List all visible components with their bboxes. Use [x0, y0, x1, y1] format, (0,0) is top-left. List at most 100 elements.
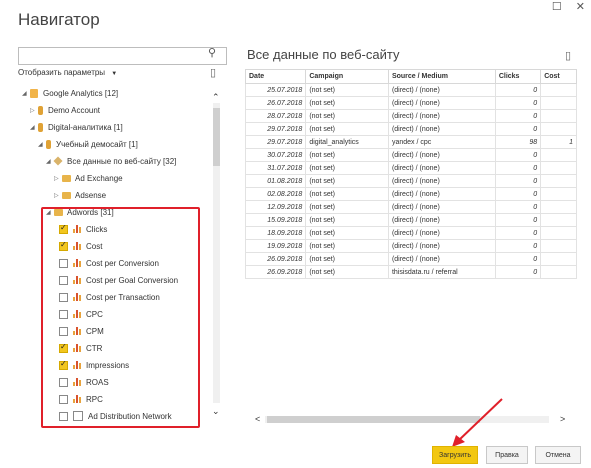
search-icon[interactable]: ⚲: [208, 46, 216, 59]
table-cell: 0: [494, 96, 542, 110]
table-cell: (not set): [305, 83, 389, 97]
collapse-triangle-icon[interactable]: ▷: [54, 175, 62, 182]
table-cell: (direct) / (none): [387, 200, 496, 214]
table-cell: (direct) / (none): [387, 239, 496, 253]
table-cell: (not set): [305, 148, 389, 162]
table-cell: 98: [494, 135, 542, 149]
scroll-right-icon[interactable]: >: [560, 414, 565, 424]
table-cell: (not set): [305, 161, 389, 175]
table-cell: thisisdata.ru / referral: [387, 265, 496, 279]
table-cell: (direct) / (none): [387, 161, 496, 175]
table-cell: 0: [494, 200, 542, 214]
window-controls: ☐ ✕: [552, 0, 585, 13]
export-icon[interactable]: ▯: [565, 49, 571, 62]
preview-table-container: Date Campaign Source / Medium Clicks Cos…: [245, 69, 577, 301]
close-icon[interactable]: ✕: [576, 0, 585, 13]
column-header-date[interactable]: Date: [245, 69, 307, 84]
table-cell: 26.09.2018: [245, 252, 307, 266]
table-cell: 01.08.2018: [245, 174, 307, 188]
scroll-left-icon[interactable]: <: [255, 414, 260, 424]
expand-triangle-icon[interactable]: ◢: [38, 141, 46, 148]
tree-scroll-thumb[interactable]: [213, 108, 220, 166]
account-icon: [38, 105, 43, 115]
expand-triangle-icon[interactable]: ◢: [30, 124, 38, 131]
chevron-down-icon: ▼: [111, 71, 118, 77]
table-cell: 19.09.2018: [245, 239, 307, 253]
annotation-arrow: [452, 398, 503, 447]
table-cell: 0: [494, 161, 542, 175]
table-row: 18.09.2018 (not set) (direct) / (none) 0: [245, 226, 577, 240]
load-button[interactable]: Загрузить: [432, 446, 478, 464]
table-row: 31.07.2018 (not set) (direct) / (none) 0: [245, 161, 577, 175]
table-cell: 29.07.2018: [245, 122, 307, 136]
edit-button[interactable]: Правка: [486, 446, 528, 464]
table-cell: 12.09.2018: [245, 200, 307, 214]
table-cell: 18.09.2018: [245, 226, 307, 240]
table-cell: (direct) / (none): [387, 213, 496, 227]
table-cell: [540, 200, 577, 214]
table-row: 26.09.2018 (not set) thisisdata.ru / refer…: [245, 265, 577, 279]
search-input[interactable]: [18, 47, 227, 65]
table-cell: 0: [494, 148, 542, 162]
column-header-clicks[interactable]: Clicks: [494, 69, 542, 84]
table-cell: (direct) / (none): [387, 96, 496, 110]
display-options-dropdown[interactable]: Отобразить параметры ▼: [18, 68, 117, 77]
table-cell: [540, 239, 577, 253]
table-cell: [540, 161, 577, 175]
window-title: Навигатор: [18, 10, 100, 29]
table-cell: 25.07.2018: [245, 83, 307, 97]
tree-node-all-site-data[interactable]: ◢ Все данные по веб-сайту [32]: [46, 154, 176, 168]
column-header-cost[interactable]: Cost: [540, 69, 577, 84]
tree-node-digital-analytics[interactable]: ◢ Digital-аналитика [1]: [30, 120, 123, 134]
table-cell: 0: [494, 226, 542, 240]
maximize-icon[interactable]: ☐: [552, 0, 562, 13]
table-cell: 0: [494, 83, 542, 97]
table-cell: [540, 213, 577, 227]
table-cell: 0: [494, 213, 542, 227]
collapse-triangle-icon[interactable]: ▷: [30, 107, 38, 114]
table-cell: (not set): [305, 122, 389, 136]
table-cell: digital_analytics: [305, 135, 389, 149]
folder-icon: [62, 191, 71, 199]
table-cell: 0: [494, 122, 542, 136]
table-row: 26.07.2018 (not set) (direct) / (none) 0: [245, 96, 577, 110]
table-row: 15.09.2018 (not set) (direct) / (none) 0: [245, 213, 577, 227]
cancel-button[interactable]: Отмена: [535, 446, 581, 464]
table-cell: [540, 187, 577, 201]
scroll-up-icon[interactable]: ⌃: [212, 92, 220, 103]
table-cell: 29.07.2018: [245, 135, 307, 149]
tree-node-ad-exchange[interactable]: ▷ Ad Exchange: [54, 171, 123, 185]
collapse-triangle-icon[interactable]: ▷: [54, 192, 62, 199]
column-header-source-medium[interactable]: Source / Medium: [387, 69, 496, 84]
expand-triangle-icon[interactable]: ◢: [22, 90, 30, 97]
table-cell: 31.07.2018: [245, 161, 307, 175]
column-header-campaign[interactable]: Campaign: [305, 69, 389, 84]
tree-node-demo-account[interactable]: ▷ Demo Account: [30, 103, 100, 117]
table-row: 01.08.2018 (not set) (direct) / (none) 0: [245, 174, 577, 188]
table-row: 25.07.2018 (not set) (direct) / (none) 0: [245, 83, 577, 97]
table-cell: [540, 226, 577, 240]
table-cell: 0: [494, 109, 542, 123]
refresh-icon[interactable]: ▯: [210, 66, 216, 79]
tree-node-demo-site[interactable]: ◢ Учебный демосайт [1]: [38, 137, 138, 151]
account-icon: [38, 122, 43, 132]
table-cell: (not set): [305, 174, 389, 188]
property-icon: [46, 139, 51, 149]
table-cell: yandex / cpc: [387, 135, 496, 149]
table-row: 19.09.2018 (not set) (direct) / (none) 0: [245, 239, 577, 253]
table-cell: [540, 122, 577, 136]
tree-node-google-analytics[interactable]: ◢ Google Analytics [12]: [22, 86, 118, 100]
table-cell: 0: [494, 174, 542, 188]
table-cell: 02.08.2018: [245, 187, 307, 201]
table-cell: 30.07.2018: [245, 148, 307, 162]
view-cube-icon: [53, 156, 63, 166]
table-cell: 1: [540, 135, 577, 149]
table-cell: [540, 252, 577, 266]
table-cell: (direct) / (none): [387, 83, 496, 97]
scroll-down-icon[interactable]: ⌄: [212, 406, 220, 417]
tree-node-adsense[interactable]: ▷ Adsense: [54, 188, 106, 202]
table-cell: (direct) / (none): [387, 187, 496, 201]
table-row: 26.09.2018 (not set) (direct) / (none) 0: [245, 252, 577, 266]
table-cell: 15.09.2018: [245, 213, 307, 227]
table-cell: 0: [494, 252, 542, 266]
